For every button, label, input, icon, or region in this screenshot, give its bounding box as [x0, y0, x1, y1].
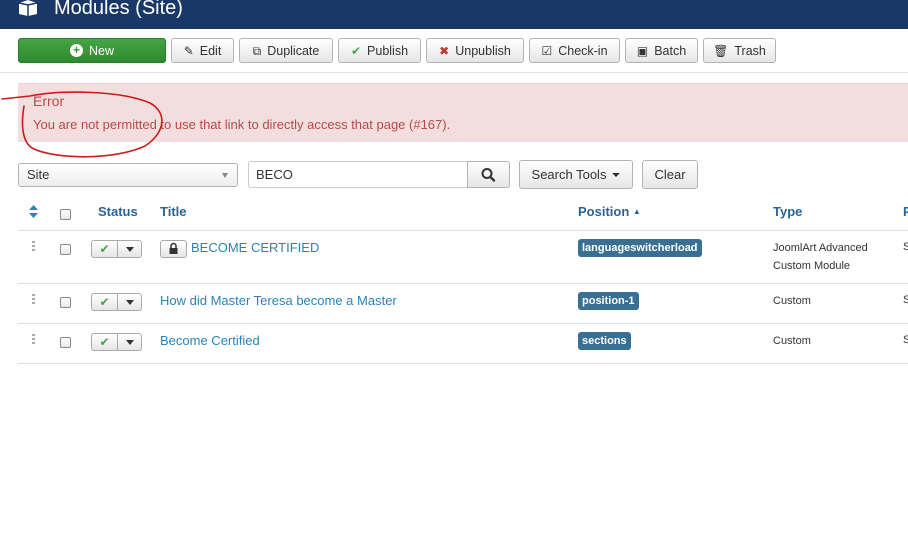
batch-button[interactable]: ▣ Batch	[625, 38, 698, 63]
alert-heading: Error	[33, 93, 65, 109]
edit-button[interactable]: ✎ Edit	[171, 38, 234, 63]
status-toggle[interactable]: ✔	[91, 240, 142, 258]
duplicate-button[interactable]: ⧉ Duplicate	[239, 38, 333, 63]
search-button[interactable]	[467, 161, 510, 188]
status-toggle[interactable]: ✔	[91, 293, 142, 311]
row-checkbox[interactable]	[60, 244, 71, 255]
sort-ordering-icon[interactable]	[29, 205, 38, 218]
checkin-button[interactable]: ☑ Check-in	[529, 38, 620, 63]
position-badge: position-1	[578, 292, 639, 310]
check-icon: ✔	[350, 43, 362, 58]
client-select-value: Site	[27, 167, 50, 182]
publish-button[interactable]: ✔ Publish	[338, 38, 421, 63]
caret-down-icon	[612, 172, 621, 177]
column-header-position[interactable]: Position ▲	[578, 204, 641, 219]
caret-down-icon	[126, 340, 134, 345]
batch-button-label: Batch	[654, 43, 687, 58]
column-header-status[interactable]: Status	[98, 204, 138, 219]
duplicate-button-label: Duplicate	[267, 43, 320, 58]
column-header-type[interactable]: Type	[773, 204, 802, 219]
trash-button[interactable]: 🗑 Trash	[703, 38, 776, 63]
caret-down-icon	[126, 300, 134, 305]
pages-cell: S	[903, 294, 908, 306]
select-all-checkbox[interactable]	[60, 209, 71, 220]
module-type-line2: Custom Module	[773, 260, 851, 272]
edit-icon: ✎	[183, 43, 194, 58]
divider	[18, 363, 908, 364]
drag-handle-icon[interactable]	[32, 241, 35, 251]
trash-icon: 🗑	[713, 43, 729, 58]
module-type-line1: JoomlArt Advanced	[773, 242, 868, 254]
sort-ascending-icon: ▲	[632, 207, 641, 216]
search-icon	[481, 168, 496, 182]
pages-cell: S	[903, 241, 908, 253]
module-title-link[interactable]: Become Certified	[160, 333, 260, 348]
divider	[18, 323, 908, 324]
publish-button-label: Publish	[367, 43, 409, 58]
page-title: Modules (Site)	[54, 0, 183, 19]
chevron-down-icon	[222, 173, 228, 178]
published-check-icon: ✔	[92, 241, 118, 257]
row-checkbox[interactable]	[60, 297, 71, 308]
trash-button-label: Trash	[734, 43, 766, 58]
search-input[interactable]: BECO	[248, 161, 468, 188]
published-check-icon: ✔	[92, 294, 118, 310]
module-title-link[interactable]: How did Master Teresa become a Master	[160, 293, 397, 308]
column-header-position-label: Position	[578, 204, 630, 219]
row-checkbox[interactable]	[60, 337, 71, 348]
toolbar: + New ✎ Edit ⧉ Duplicate ✔ Publish ✖ Unp…	[0, 29, 908, 73]
cube-icon	[18, 0, 38, 16]
search-tools-button[interactable]: Search Tools	[519, 160, 633, 189]
drag-handle-icon[interactable]	[32, 334, 35, 344]
module-type: JoomlArt Advanced Custom Module	[773, 239, 868, 275]
divider	[18, 230, 908, 231]
batch-icon: ▣	[636, 43, 649, 58]
new-button-label: New	[88, 43, 114, 58]
new-button[interactable]: + New	[18, 38, 166, 63]
page-header: Modules (Site)	[0, 0, 908, 29]
lock-icon	[169, 242, 178, 254]
error-alert: Error You are not permitted to use that …	[18, 83, 908, 142]
divider	[18, 283, 908, 284]
published-check-icon: ✔	[92, 334, 118, 350]
column-header-pages[interactable]: P	[903, 204, 908, 219]
checked-out-lock-button[interactable]	[160, 240, 187, 258]
module-title-link[interactable]: BECOME CERTIFIED	[191, 240, 319, 255]
checkbox-icon: ☑	[541, 43, 553, 58]
status-toggle[interactable]: ✔	[91, 333, 142, 351]
clear-button-label: Clear	[654, 167, 686, 182]
column-header-title[interactable]: Title	[160, 204, 187, 219]
alert-message: You are not permitted to use that link t…	[33, 117, 451, 132]
copy-icon: ⧉	[252, 43, 262, 58]
module-type: Custom	[773, 335, 811, 347]
edit-button-label: Edit	[199, 43, 222, 58]
position-badge: sections	[578, 332, 631, 350]
unpublish-button-label: Unpublish	[455, 43, 511, 58]
position-badge: languageswitcherload	[578, 239, 702, 257]
caret-down-icon	[126, 247, 134, 252]
unpublish-button[interactable]: ✖ Unpublish	[426, 38, 524, 63]
search-tools-label: Search Tools	[531, 167, 607, 182]
clear-button[interactable]: Clear	[642, 160, 698, 189]
unpublish-icon: ✖	[439, 43, 450, 58]
pages-cell: S	[903, 334, 908, 346]
client-select[interactable]: Site	[18, 163, 238, 187]
plus-circle-icon: +	[69, 44, 83, 57]
module-type: Custom	[773, 295, 811, 307]
checkin-button-label: Check-in	[558, 43, 608, 58]
drag-handle-icon[interactable]	[32, 294, 35, 304]
